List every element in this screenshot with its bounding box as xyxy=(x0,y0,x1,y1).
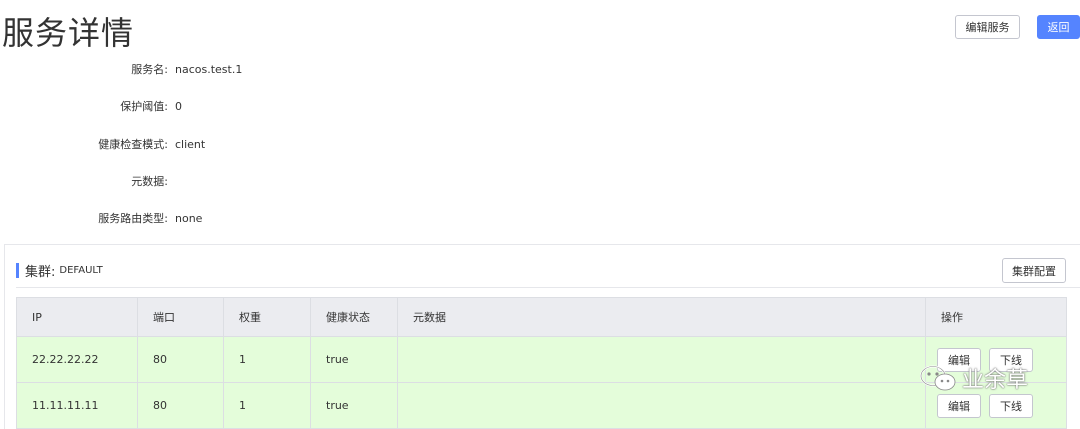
cluster-config-button[interactable]: 集群配置 xyxy=(1002,258,1066,283)
cell-health: true xyxy=(310,382,398,429)
cell-health: true xyxy=(310,336,398,383)
back-button[interactable]: 返回 xyxy=(1037,15,1080,39)
column-header-health: 健康状态 xyxy=(310,297,398,337)
cell-ip: 11.11.11.11 xyxy=(16,382,138,429)
cluster-name: DEFAULT xyxy=(59,264,103,276)
route-type-label: 服务路由类型: xyxy=(98,212,168,225)
protect-threshold-label: 保护阈值: xyxy=(120,100,168,113)
page-title: 服务详情 xyxy=(2,14,135,52)
service-name-value: nacos.test.1 xyxy=(175,63,243,76)
route-type-value: none xyxy=(175,212,203,225)
cell-port: 80 xyxy=(137,382,224,429)
watermark: 业余草 xyxy=(918,362,1028,394)
divider xyxy=(16,287,1080,288)
watermark-text: 业余草 xyxy=(962,368,1029,393)
instance-table: IP 端口 权重 健康状态 元数据 操作 22.22.22.22 80 1 tr… xyxy=(16,297,1067,429)
cell-metadata xyxy=(397,336,926,383)
column-header-actions: 操作 xyxy=(925,297,1067,337)
cluster-accent-bar xyxy=(16,262,19,278)
cell-weight: 1 xyxy=(223,382,311,429)
health-check-mode-label: 健康检查模式: xyxy=(98,138,168,151)
cell-weight: 1 xyxy=(223,336,311,383)
column-header-ip: IP xyxy=(16,297,138,337)
cluster-title: 集群: xyxy=(25,264,56,280)
offline-instance-button[interactable]: 下线 xyxy=(989,394,1033,418)
table-header-row: IP 端口 权重 健康状态 元数据 操作 xyxy=(16,297,1067,337)
health-check-mode-value: client xyxy=(175,138,206,151)
column-header-weight: 权重 xyxy=(223,297,311,337)
edit-service-button[interactable]: 编辑服务 xyxy=(955,15,1020,39)
service-name-label: 服务名: xyxy=(131,63,168,76)
wechat-icon xyxy=(920,365,956,391)
table-row: 22.22.22.22 80 1 true 编辑 下线 xyxy=(16,336,1067,383)
column-header-metadata: 元数据 xyxy=(397,297,926,337)
protect-threshold-value: 0 xyxy=(175,100,182,113)
edit-instance-button[interactable]: 编辑 xyxy=(937,394,981,418)
cell-metadata xyxy=(397,382,926,429)
cluster-header: 集群: DEFAULT xyxy=(16,262,103,280)
table-row: 11.11.11.11 80 1 true 编辑 下线 xyxy=(16,382,1067,429)
column-header-port: 端口 xyxy=(137,297,224,337)
cell-ip: 22.22.22.22 xyxy=(16,336,138,383)
metadata-label: 元数据: xyxy=(131,175,168,188)
cell-port: 80 xyxy=(137,336,224,383)
